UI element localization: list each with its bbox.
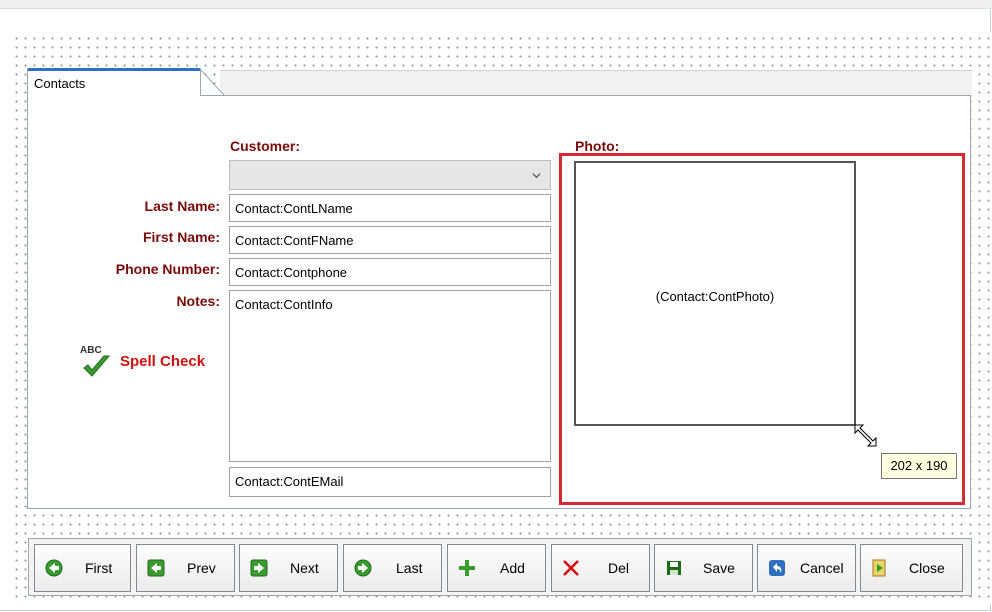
tab-strip	[220, 70, 972, 96]
tab-contacts[interactable]: Contacts	[27, 68, 201, 96]
checkmark-icon	[83, 355, 111, 377]
delete-button[interactable]: Del	[551, 544, 650, 592]
x-icon	[563, 560, 579, 576]
photo-label: Photo:	[575, 138, 620, 154]
plus-icon	[459, 560, 475, 576]
phone-number-label: Phone Number:	[115, 261, 220, 277]
photo-image-box[interactable]: (Contact:ContPhoto)	[574, 161, 856, 426]
floppy-icon	[667, 561, 681, 575]
circle-arrow-left-icon	[45, 559, 63, 577]
tab-contacts-label: Contacts	[34, 76, 86, 91]
chevron-down-icon	[532, 173, 541, 179]
square-arrow-left-icon	[147, 559, 165, 577]
add-button[interactable]: Add	[447, 544, 546, 592]
photo-placeholder-text: (Contact:ContPhoto)	[655, 289, 775, 304]
last-name-label: Last Name:	[144, 198, 220, 214]
size-tooltip: 202 x 190	[881, 453, 957, 479]
phone-number-field[interactable]: Contact:Contphone	[229, 258, 551, 286]
last-button-label: Last	[396, 560, 423, 576]
save-button-label: Save	[703, 560, 735, 576]
prev-button[interactable]: Prev	[136, 544, 235, 592]
window-top-edge	[0, 0, 992, 9]
notes-field[interactable]: Contact:ContInfo	[229, 290, 551, 462]
next-button-label: Next	[290, 560, 319, 576]
cancel-button-label: Cancel	[800, 560, 844, 576]
cancel-button[interactable]: Cancel	[757, 544, 856, 592]
customer-dropdown[interactable]	[229, 160, 551, 190]
add-button-label: Add	[500, 560, 525, 576]
prev-button-label: Prev	[187, 560, 216, 576]
first-button-label: First	[85, 560, 113, 576]
next-button[interactable]: Next	[239, 544, 338, 592]
first-name-label: First Name:	[142, 229, 220, 245]
save-button[interactable]: Save	[654, 544, 753, 592]
resize-handle-icon[interactable]	[853, 423, 881, 449]
close-button-label: Close	[909, 560, 945, 576]
circle-arrow-right-icon	[354, 559, 372, 577]
undo-icon	[769, 560, 785, 576]
last-name-field[interactable]: Contact:ContLName	[229, 194, 551, 222]
delete-button-label: Del	[608, 560, 630, 576]
door-exit-icon	[872, 559, 886, 577]
notes-label: Notes:	[176, 293, 220, 309]
close-button[interactable]: Close	[860, 544, 963, 592]
email-field[interactable]: Contact:ContEMail	[229, 467, 551, 497]
last-button[interactable]: Last	[343, 544, 442, 592]
spell-check-label: Spell Check	[120, 353, 206, 370]
first-name-field[interactable]: Contact:ContFName	[229, 226, 551, 254]
first-button[interactable]: First	[34, 544, 131, 592]
spell-check-button[interactable]: ABC Spell Check	[80, 345, 220, 381]
square-arrow-right-icon	[250, 559, 268, 577]
customer-label: Customer:	[230, 138, 301, 154]
